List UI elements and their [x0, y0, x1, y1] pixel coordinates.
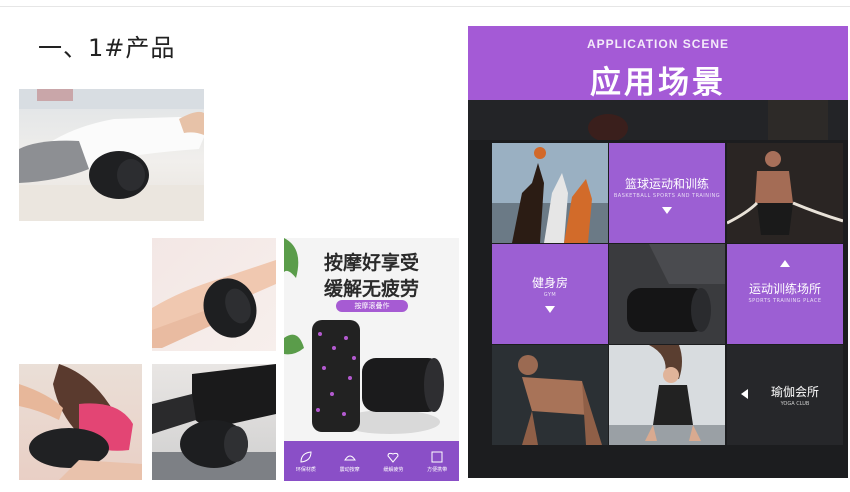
scene-label-en: BASKETBALL SPORTS AND TRAINING — [613, 193, 721, 199]
scene-label-en: SPORTS TRAINING PLACE — [748, 298, 822, 304]
poster-feature-bar: 环保材质 震动按摩 缓解疲劳 方便携带 — [284, 441, 459, 481]
feature-label: 方便携带 — [427, 466, 448, 473]
feature-label: 震动按摩 — [339, 466, 360, 473]
arrow-down-icon — [545, 306, 555, 313]
feature-label: 环保材质 — [295, 466, 316, 473]
feature-item: 缓解疲劳 — [383, 450, 403, 473]
scene-tile-gym: 健身房 GYM — [492, 244, 608, 344]
scene-tile-sports-training: 运动训练场所 SPORTS TRAINING PLACE — [727, 244, 843, 344]
roller-product-photo — [609, 244, 725, 344]
plank-woman-photo — [609, 345, 725, 445]
scene-label-cn: 篮球运动和训练 — [624, 177, 709, 191]
arrow-down-icon — [662, 207, 672, 214]
scene-grid: 篮球运动和训练 BASKETBALL SPORTS AND TRAINING 健… — [492, 143, 844, 445]
battle-rope-photo — [727, 143, 843, 243]
scene-label-cn: 运动训练场所 — [748, 282, 821, 296]
arrow-up-icon — [780, 260, 790, 267]
feature-item: 方便携带 — [427, 450, 447, 473]
product-photo-calf-roll — [152, 364, 276, 480]
scene-tile-yoga: 瑜伽会所 YOGA CLUB — [727, 345, 843, 445]
product-photo-leg-roll — [152, 238, 276, 351]
feature-label: 缓解疲劳 — [383, 466, 404, 473]
poster-title-line1: 按摩好享受 — [323, 252, 419, 274]
scene-label-cn: 健身房 — [531, 276, 568, 290]
product-photo-back-roll — [19, 89, 204, 221]
feature-item: 环保材质 — [296, 450, 316, 473]
frame-icon — [431, 451, 443, 462]
scene-label-en: GYM — [543, 292, 557, 298]
feature-item: 震动按摩 — [340, 450, 360, 473]
panel-subtitle: APPLICATION SCENE — [586, 37, 730, 51]
scene-label-cn: 瑜伽会所 — [770, 385, 819, 399]
poster-title-line2: 缓解无疲劳 — [323, 278, 419, 300]
fitness-man-photo — [492, 345, 608, 445]
leaf-icon — [300, 450, 312, 463]
product-photo-side-roll — [19, 364, 142, 480]
scene-tile-basketball: 篮球运动和训练 BASKETBALL SPORTS AND TRAINING — [609, 143, 725, 243]
scene-label-en: YOGA CLUB — [780, 401, 810, 407]
top-divider — [0, 6, 850, 7]
panel-header: APPLICATION SCENE 应用场景 — [468, 26, 848, 101]
panel-title: 应用场景 — [590, 65, 726, 101]
page: 一、1#产品 按摩好享受 缓解无疲劳 按摩滚叠作 环保材质 震动按摩 缓解疲劳 … — [0, 0, 850, 492]
basketball-photo — [492, 143, 608, 243]
product-poster: 按摩好享受 缓解无疲劳 按摩滚叠作 环保材质 震动按摩 缓解疲劳 方便携带 — [284, 238, 459, 481]
application-scene-panel: APPLICATION SCENE 应用场景 篮球运动和训练 BASKETBAL… — [468, 26, 848, 478]
arrow-left-icon — [741, 389, 748, 399]
massage-icon — [343, 455, 356, 460]
section-heading: 一、1#产品 — [38, 34, 176, 62]
poster-tag: 按摩滚叠作 — [336, 300, 408, 312]
heart-icon — [387, 452, 399, 463]
